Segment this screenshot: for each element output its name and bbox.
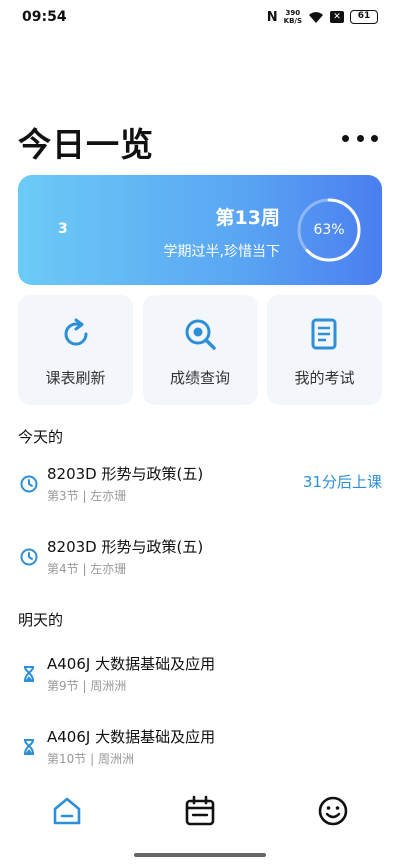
today-section-title: 今天的 — [18, 428, 64, 446]
my-exams-button[interactable]: 我的考试 — [267, 295, 382, 405]
schedule-refresh-button[interactable]: 课表刷新 — [18, 295, 133, 405]
course-item[interactable]: A406J 大数据基础及应用 第9节 | 周洲洲 — [18, 653, 382, 703]
week-label: 第13周 — [215, 207, 280, 229]
more-dot-icon — [371, 134, 378, 142]
battery-icon: 61 — [350, 10, 378, 24]
nfc-icon: N — [266, 9, 278, 25]
network-speed-value: 390 — [285, 9, 301, 17]
home-icon[interactable] — [50, 794, 84, 828]
semester-progress-text: 63% — [313, 222, 345, 238]
course-name: 8203D 形势与政策(五) — [47, 465, 204, 483]
search-icon — [185, 319, 216, 350]
week-subtitle: 学期过半,珍惜当下 — [163, 244, 280, 260]
x-icon: ✕ — [330, 11, 344, 23]
tomorrow-section-title: 明天的 — [18, 611, 64, 629]
clock-icon — [20, 548, 38, 566]
course-name: A406J 大数据基础及应用 — [47, 728, 216, 746]
course-item[interactable]: 8203D 形势与政策(五) 第4节 | 左亦珊 — [18, 536, 382, 586]
my-exams-label: 我的考试 — [294, 369, 355, 387]
course-name: 8203D 形势与政策(五) — [47, 538, 204, 556]
grade-query-button[interactable]: 成绩查询 — [142, 295, 258, 405]
smiley-icon[interactable] — [316, 794, 350, 828]
week-card-number: 3 — [58, 221, 68, 237]
course-item[interactable]: A406J 大数据基础及应用 第10节 | 周洲洲 — [18, 726, 382, 776]
grade-query-label: 成绩查询 — [169, 369, 230, 387]
more-dot-icon — [342, 134, 349, 142]
network-speed: 390 KB/S — [284, 9, 302, 25]
page-title: 今日一览 — [18, 125, 154, 164]
wifi-icon — [309, 12, 323, 23]
course-meta: 第4节 | 左亦珊 — [47, 562, 127, 576]
hourglass-icon — [24, 666, 34, 682]
course-name: A406J 大数据基础及应用 — [47, 655, 216, 673]
status-icons: N 390 KB/S ✕ 61 — [267, 9, 378, 25]
course-meta: 第10节 | 周洲洲 — [47, 752, 134, 766]
course-meta: 第9节 | 周洲洲 — [47, 679, 127, 693]
bottom-navigation — [0, 790, 400, 834]
course-meta: 第3节 | 左亦珊 — [47, 489, 127, 503]
more-options-button[interactable] — [342, 128, 378, 148]
network-speed-unit: KB/S — [283, 17, 302, 25]
refresh-icon — [64, 318, 88, 346]
course-item[interactable]: 8203D 形势与政策(五) 第3节 | 左亦珊 31分后上课 — [18, 463, 382, 513]
week-progress-card[interactable]: 3 第13周 学期过半,珍惜当下 63% — [18, 175, 382, 285]
clock-icon — [20, 475, 38, 493]
status-time: 09:54 — [22, 9, 67, 25]
status-bar: 09:54 N 390 KB/S ✕ 61 — [0, 0, 400, 34]
calendar-icon[interactable] — [183, 794, 217, 828]
course-countdown: 31分后上课 — [302, 473, 382, 491]
document-icon — [311, 318, 336, 350]
more-dot-icon — [356, 134, 364, 142]
hourglass-icon — [24, 739, 34, 755]
quick-actions: 课表刷新 成绩查询 我的考试 — [18, 295, 382, 405]
schedule-refresh-label: 课表刷新 — [45, 369, 106, 387]
home-indicator[interactable] — [134, 853, 266, 857]
